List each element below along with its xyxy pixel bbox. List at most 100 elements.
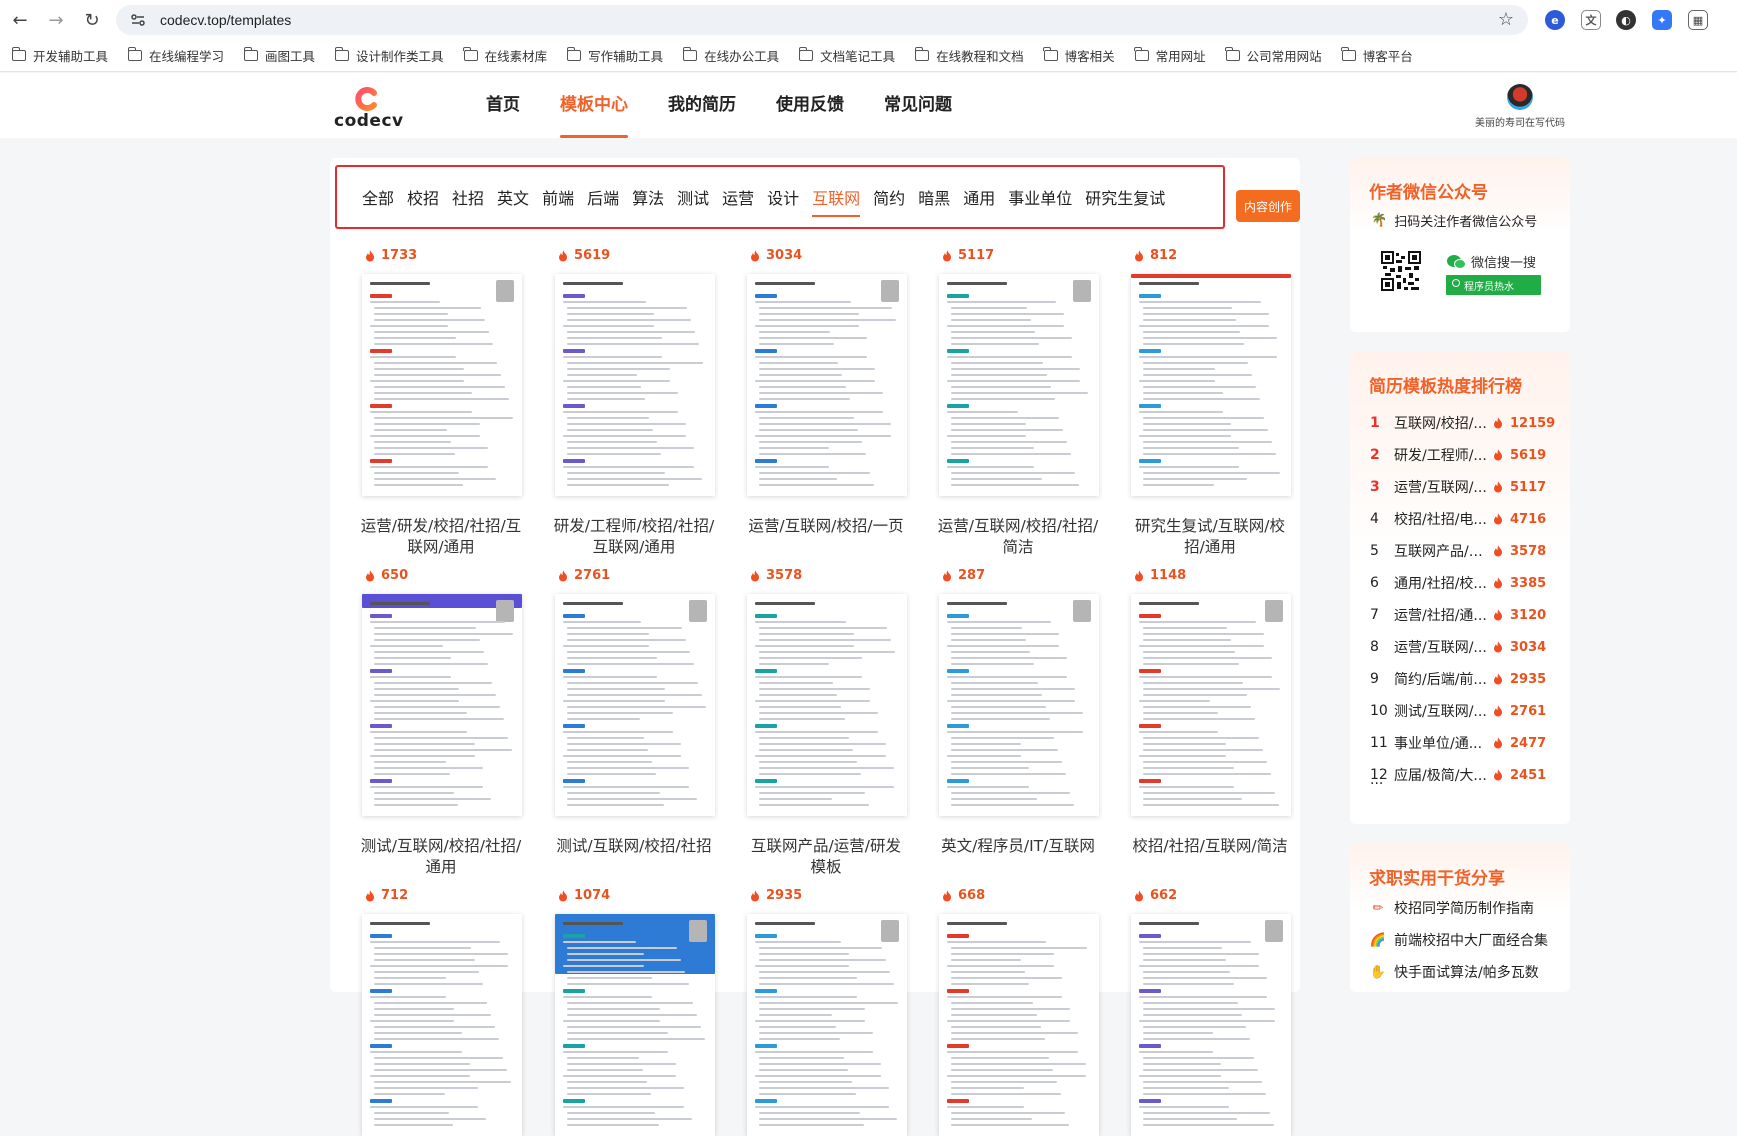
template-thumbnail[interactable] (939, 914, 1099, 1136)
filter-tag[interactable]: 社招 (452, 185, 484, 209)
thumb-text-line (374, 429, 447, 431)
ranking-item[interactable]: 2 研发/工程师/... 5619 (1370, 445, 1555, 465)
template-title[interactable]: 互联网产品/运营/研发模板 (745, 836, 907, 878)
url-text[interactable]: codecv.top/templates (160, 12, 291, 28)
ranking-card: 简历模板热度排行榜 1 互联网/校招/... 12159 2 研发/工程师/... 561… (1350, 352, 1570, 824)
filter-tag[interactable]: 运营 (722, 185, 754, 209)
content-create-button[interactable]: 内容创作 (1236, 190, 1300, 222)
template-thumbnail[interactable] (1131, 914, 1291, 1136)
bookmark-folder[interactable]: 在线教程和文档 (914, 46, 1024, 65)
bookmark-folder[interactable]: 公司常用网站 (1225, 46, 1322, 65)
filter-tag-active[interactable]: 互联网 (812, 185, 861, 217)
template-title[interactable]: 研究生复试/互联网/校招/通用 (1129, 516, 1291, 558)
template-thumbnail[interactable] (362, 274, 522, 496)
share-item[interactable]: 🌈 前端校招中大厂面经合集 (1370, 930, 1548, 950)
template-thumbnail[interactable] (747, 274, 907, 496)
template-thumbnail[interactable] (555, 914, 715, 1136)
filter-tag[interactable]: 事业单位 (1008, 185, 1072, 209)
ranking-item[interactable]: 10 测试/互联网/... 2761 (1370, 701, 1555, 721)
filter-tag[interactable]: 简约 (873, 185, 905, 209)
nav-faq[interactable]: 常见问题 (884, 73, 952, 138)
bookmark-folder[interactable]: 博客平台 (1341, 46, 1413, 65)
reload-icon[interactable]: ↻ (80, 8, 104, 32)
filter-tag[interactable]: 全部 (362, 185, 394, 209)
template-title[interactable]: 校招/社招/互联网/简洁 (1129, 836, 1291, 857)
filter-tag[interactable]: 后端 (587, 185, 619, 209)
folder-icon (566, 47, 582, 61)
template-thumbnail[interactable] (1131, 594, 1291, 816)
template-thumbnail[interactable] (747, 594, 907, 816)
share-item[interactable]: ✏ 校招同学简历制作指南 (1370, 898, 1534, 918)
ranking-item[interactable]: 1 互联网/校招/... 12159 (1370, 413, 1555, 433)
bookmark-folder[interactable]: 画图工具 (243, 46, 315, 65)
filter-tag[interactable]: 通用 (963, 185, 995, 209)
filter-tag[interactable]: 校招 (407, 185, 439, 209)
extension-icon-4[interactable]: ✦ (1652, 10, 1672, 30)
extension-icon-1[interactable]: e (1545, 10, 1565, 30)
template-thumbnail[interactable] (362, 594, 522, 816)
site-settings-icon[interactable] (130, 12, 146, 28)
template-thumbnail[interactable] (555, 594, 715, 816)
back-icon[interactable]: ← (8, 8, 32, 32)
ranking-more[interactable]: ... (1370, 772, 1383, 788)
template-thumbnail[interactable] (939, 594, 1099, 816)
filter-tag[interactable]: 暗黑 (918, 185, 950, 209)
filter-tag[interactable]: 测试 (677, 185, 709, 209)
extension-icon-3[interactable]: ◐ (1616, 10, 1636, 30)
filter-tag[interactable]: 研究生复试 (1085, 185, 1165, 209)
qr-extension-icon[interactable]: ▦ (1688, 10, 1708, 30)
bookmark-folder[interactable]: 文档笔记工具 (798, 46, 895, 65)
ranking-item[interactable]: 12 应届/极简/大... 2451 (1370, 765, 1555, 785)
thumb-text-line (563, 301, 646, 303)
bookmark-folder[interactable]: 在线办公工具 (682, 46, 779, 65)
translate-extension-icon[interactable]: 文 (1581, 10, 1601, 30)
bookmark-folder[interactable]: 设计制作类工具 (334, 46, 444, 65)
template-title[interactable]: 英文/程序员/IT/互联网 (937, 836, 1099, 857)
nav-feedback[interactable]: 使用反馈 (776, 73, 844, 138)
wechat-account-button[interactable]: 程序员热水 (1446, 275, 1541, 295)
bookmark-star-icon[interactable]: ☆ (1498, 9, 1514, 30)
filter-tag[interactable]: 算法 (632, 185, 664, 209)
ranking-item[interactable]: 9 简约/后端/前... 2935 (1370, 669, 1555, 689)
template-thumbnail[interactable] (555, 274, 715, 496)
ranking-item[interactable]: 8 运营/互联网/... 3034 (1370, 637, 1555, 657)
ranking-item[interactable]: 6 通用/社招/校... 3385 (1370, 573, 1555, 593)
template-thumbnail[interactable] (1131, 274, 1291, 496)
filter-tag[interactable]: 设计 (767, 185, 799, 209)
template-title[interactable]: 研发/工程师/校招/社招/互联网/通用 (553, 516, 715, 558)
template-thumbnail[interactable] (362, 914, 522, 1136)
bookmark-folder[interactable]: 开发辅助工具 (11, 46, 108, 65)
codecv-logo[interactable]: codecv (334, 87, 404, 131)
bookmark-folder[interactable]: 常用网址 (1134, 46, 1206, 65)
bookmark-folder[interactable]: 在线素材库 (463, 46, 547, 65)
folder-icon (682, 47, 698, 61)
nav-my-resume[interactable]: 我的简历 (668, 73, 736, 138)
template-title[interactable]: 测试/互联网/校招/社招/通用 (360, 836, 522, 878)
template-title[interactable]: 运营/互联网/校招/一页 (745, 516, 907, 537)
thumb-text-line (759, 472, 870, 474)
bookmark-folder[interactable]: 写作辅助工具 (566, 46, 663, 65)
avatar[interactable] (1507, 84, 1533, 110)
ranking-item[interactable]: 7 运营/社招/通... 3120 (1370, 605, 1555, 625)
share-item[interactable]: ✋ 快手面试算法/帕多瓦数 (1370, 962, 1539, 982)
ranking-item[interactable]: 3 运营/互联网/... 5117 (1370, 477, 1555, 497)
ranking-item[interactable]: 11 事业单位/通... 2477 (1370, 733, 1555, 753)
thumb-text-line (759, 1032, 873, 1034)
template-thumbnail[interactable] (939, 274, 1099, 496)
forward-icon[interactable]: → (44, 8, 68, 32)
ranking-item[interactable]: 5 互联网产品/运... 3578 (1370, 541, 1555, 561)
address-bar[interactable]: codecv.top/templates ☆ (116, 5, 1528, 35)
thumb-text-line (374, 1002, 487, 1004)
template-title[interactable]: 运营/互联网/校招/社招/简洁 (937, 516, 1099, 558)
bookmark-folder[interactable]: 博客相关 (1043, 46, 1115, 65)
ranking-item[interactable]: 4 校招/社招/电... 4716 (1370, 509, 1555, 529)
template-title[interactable]: 测试/互联网/校招/社招 (553, 836, 715, 857)
template-title[interactable]: 运营/研发/校招/社招/互联网/通用 (360, 516, 522, 558)
nav-templates[interactable]: 模板中心 (560, 73, 628, 138)
bookmark-folder[interactable]: 在线编程学习 (127, 46, 224, 65)
user-menu[interactable]: 美丽的寿司在写代码 (1450, 84, 1590, 129)
filter-tag[interactable]: 英文 (497, 185, 529, 209)
nav-home[interactable]: 首页 (486, 73, 520, 138)
template-thumbnail[interactable] (747, 914, 907, 1136)
filter-tag[interactable]: 前端 (542, 185, 574, 209)
